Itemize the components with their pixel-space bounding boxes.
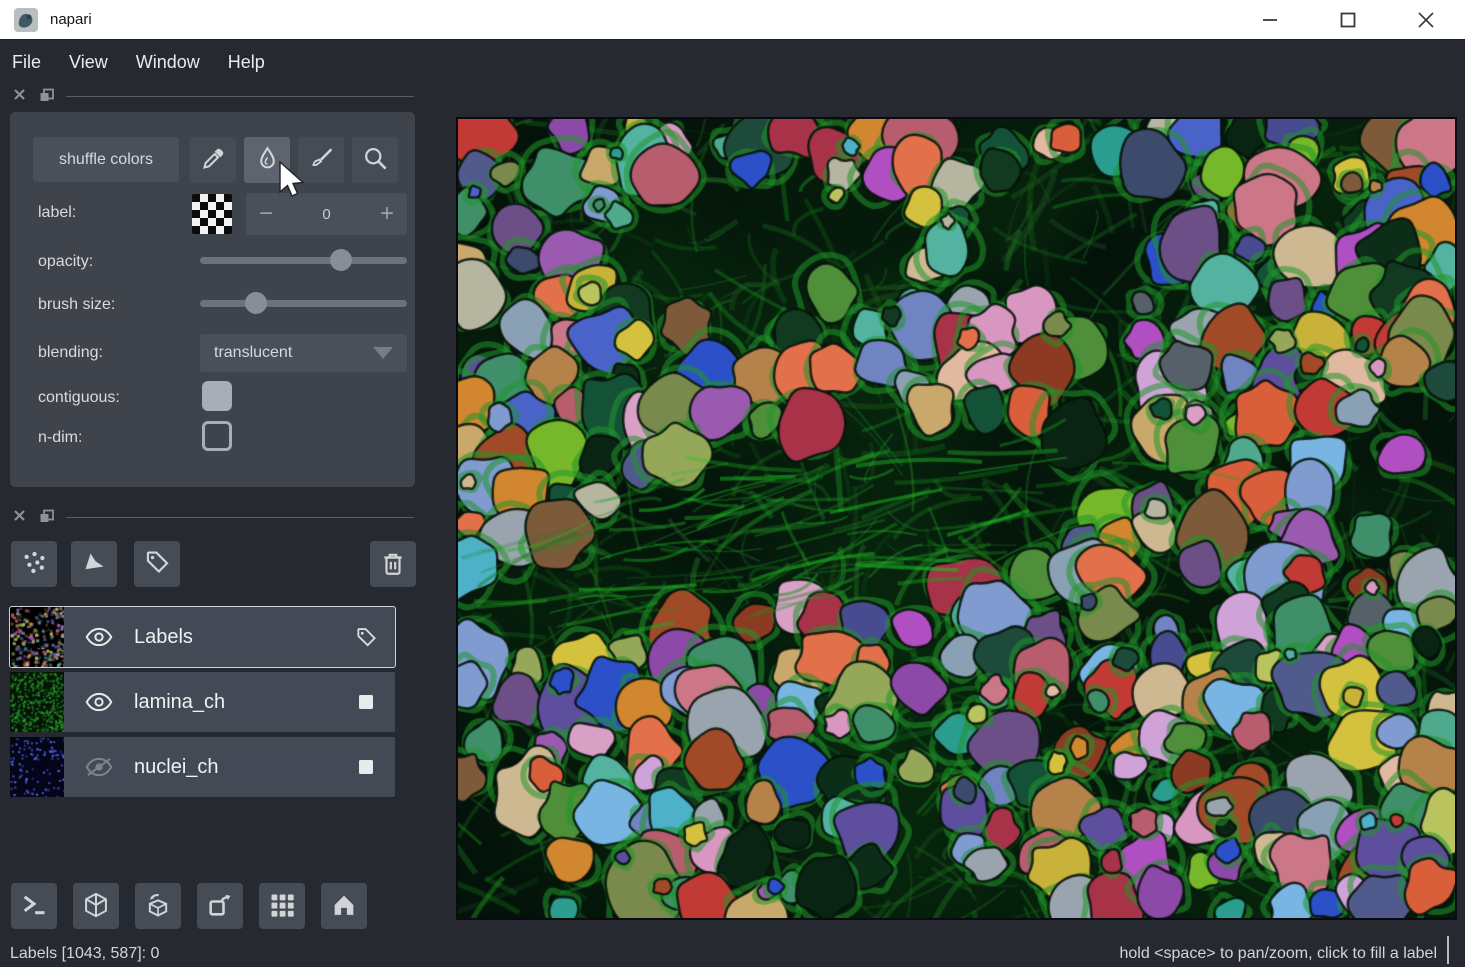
layer-name[interactable]: nuclei_ch <box>134 756 337 779</box>
grid-view-button[interactable] <box>259 883 305 929</box>
home-reset-view-button[interactable] <box>321 883 367 929</box>
delete-layer-button[interactable] <box>370 541 416 587</box>
opacity-slider[interactable] <box>200 249 407 271</box>
status-bar: Labels [1043, 587]: 0 hold <space> to pa… <box>0 933 1465 967</box>
layer-thumbnail <box>10 737 64 797</box>
napari-window: napari File View Window Help shuffle col… <box>0 0 1465 967</box>
console-button[interactable] <box>11 883 57 929</box>
window-controls <box>1231 0 1465 39</box>
eye-slash-icon[interactable] <box>64 756 134 778</box>
ndim-checkbox[interactable] <box>202 421 232 451</box>
napari-logo-icon <box>14 8 38 32</box>
menu-view[interactable]: View <box>69 52 108 73</box>
float-dock-icon[interactable] <box>39 88 55 103</box>
new-labels-layer-button[interactable] <box>134 541 180 587</box>
layer-name[interactable]: Labels <box>134 626 337 649</box>
help-hint-status: hold <space> to pan/zoom, click to fill … <box>1119 945 1437 963</box>
brush-size-slider-handle[interactable] <box>245 292 267 314</box>
pick-color-tool-button[interactable] <box>190 137 236 183</box>
tag-small-icon <box>337 626 395 649</box>
pan-zoom-tool-button[interactable] <box>352 137 398 183</box>
label-value[interactable]: 0 <box>322 206 330 223</box>
contiguous-label: contiguous: <box>38 389 120 407</box>
brush-size-slider-track[interactable] <box>200 300 407 307</box>
image-layer-icon <box>337 759 395 775</box>
dock-divider <box>66 517 414 518</box>
menubar: File View Window Help <box>0 39 1465 85</box>
label-field-label: label: <box>38 204 76 222</box>
menu-file[interactable]: File <box>12 52 41 73</box>
layer-name[interactable]: lamina_ch <box>134 691 337 714</box>
dock-header-controls <box>0 88 430 106</box>
paintbrush-tool-button[interactable] <box>298 137 344 183</box>
magnifier-icon <box>362 145 389 175</box>
segmentation-image[interactable] <box>458 119 1455 918</box>
layer-row-nuclei_ch[interactable]: nuclei_ch <box>10 737 395 797</box>
cursor-coordinates-status: Labels [1043, 587]: 0 <box>10 945 159 963</box>
shuffle-colors-button[interactable]: shuffle colors <box>33 137 179 182</box>
new-shapes-layer-button[interactable] <box>71 541 117 587</box>
eye-icon[interactable] <box>64 626 134 648</box>
menu-help[interactable]: Help <box>228 52 265 73</box>
home-icon <box>330 891 358 922</box>
roll-icon <box>144 891 172 922</box>
eye-icon[interactable] <box>64 691 134 713</box>
dock-header-layers <box>0 509 430 527</box>
label-spinbox: − 0 + <box>246 193 407 235</box>
console-icon <box>20 891 48 922</box>
toggle-ndisplay-button[interactable] <box>73 883 119 929</box>
blending-value: translucent <box>214 344 292 362</box>
shapes-icon <box>81 549 108 579</box>
tag-icon <box>144 549 171 579</box>
roll-dimensions-button[interactable] <box>135 883 181 929</box>
menu-window[interactable]: Window <box>136 52 200 73</box>
maximize-button[interactable] <box>1309 0 1387 39</box>
blending-dropdown[interactable]: translucent <box>200 334 407 372</box>
blending-label: blending: <box>38 344 103 362</box>
viewer-canvas-area[interactable] <box>456 117 1457 920</box>
increment-button[interactable]: + <box>380 202 394 226</box>
paintbrush-icon <box>308 145 335 175</box>
ndim-label: n-dim: <box>38 429 82 447</box>
titlebar: napari <box>0 0 1465 39</box>
layer-row-labels[interactable]: Labels <box>10 607 395 667</box>
cube-icon <box>82 891 110 922</box>
label-color-swatch[interactable] <box>192 194 232 234</box>
new-points-layer-button[interactable] <box>11 541 57 587</box>
brush-size-slider[interactable] <box>200 292 407 314</box>
layer-thumbnail <box>10 672 64 732</box>
close-button[interactable] <box>1387 0 1465 39</box>
float-dock-icon[interactable] <box>39 509 55 524</box>
minimize-button[interactable] <box>1231 0 1309 39</box>
opacity-label: opacity: <box>38 253 93 271</box>
transpose-icon <box>206 891 234 922</box>
transpose-dimensions-button[interactable] <box>197 883 243 929</box>
window-title: napari <box>50 11 92 28</box>
decrement-button[interactable]: − <box>259 202 273 226</box>
opacity-slider-handle[interactable] <box>330 249 352 271</box>
grid-icon <box>268 891 296 922</box>
droplet-icon <box>254 145 281 175</box>
layer-thumbnail <box>10 607 64 667</box>
opacity-slider-track[interactable] <box>200 257 407 264</box>
layer-row-lamina_ch[interactable]: lamina_ch <box>10 672 395 732</box>
close-dock-icon[interactable] <box>13 509 27 523</box>
chevron-down-icon <box>373 347 393 359</box>
dock-divider <box>66 96 414 97</box>
brush-size-label: brush size: <box>38 296 115 314</box>
close-dock-icon[interactable] <box>13 88 27 102</box>
resize-grip[interactable] <box>1447 936 1449 964</box>
layer-controls-panel: shuffle colors label: − 0 + opacity: bru… <box>10 112 415 487</box>
fill-bucket-tool-button[interactable] <box>244 137 290 183</box>
contiguous-checkbox[interactable] <box>202 381 232 411</box>
points-icon <box>21 549 48 579</box>
eyedropper-icon <box>200 145 227 175</box>
image-layer-icon <box>337 694 395 710</box>
